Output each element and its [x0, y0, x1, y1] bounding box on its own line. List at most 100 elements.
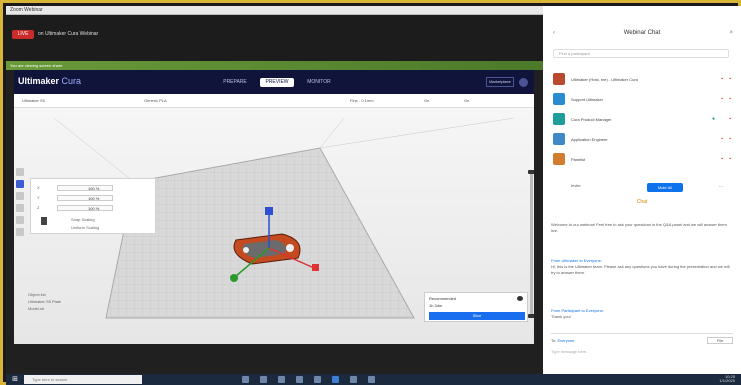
close-icon[interactable]: × [729, 30, 733, 36]
object-list-plate: Ultimaker S5 Plate [28, 299, 62, 304]
edge-icon[interactable] [260, 376, 267, 383]
mail-icon[interactable] [314, 376, 321, 383]
scale-x-field[interactable]: 100 % [57, 185, 113, 191]
cura-app: Ultimaker Cura PREPARE PREVIEW MONITOR M… [14, 70, 534, 344]
tab-prepare[interactable]: PREPARE [218, 78, 252, 87]
mirror-tool-icon[interactable] [16, 204, 24, 212]
tab-preview[interactable]: PREVIEW [260, 78, 294, 87]
chat-message-input[interactable]: Type message here... [551, 349, 589, 354]
z-axis-handle [265, 207, 273, 215]
app-icon[interactable] [368, 376, 375, 383]
layer-slider[interactable] [528, 170, 534, 318]
snap-scaling-label[interactable]: Snap Scaling [71, 217, 95, 222]
participant-item[interactable]: Ultimaker (Host, me) - Ultimaker Cura ▪ … [553, 73, 733, 87]
eye-icon[interactable] [517, 296, 523, 301]
marketplace-button[interactable]: Marketplace [486, 77, 514, 87]
logo-light: Cura [61, 76, 82, 86]
task-view-icon[interactable] [242, 376, 249, 383]
participant-search-input[interactable]: Find a participant [553, 49, 729, 58]
taskbar-search-input[interactable]: Type here to search [24, 375, 142, 384]
scale-y-label: Y [37, 195, 40, 200]
avatar [553, 113, 565, 125]
scale-y-value: 100 % [88, 196, 100, 201]
object-list-model[interactable]: Model.stl [28, 306, 128, 311]
mic-off-icon: ▪ [729, 76, 731, 82]
slider-top-handle[interactable] [528, 170, 534, 174]
video-off-icon: ▪ [721, 156, 723, 162]
participant-name: Ultimaker (Host, me) - Ultimaker Cura [571, 77, 638, 82]
participant-item[interactable]: Panelist ▪ ▪ [553, 153, 733, 167]
participant-name: Panelist [571, 157, 586, 162]
participant-item[interactable]: Support Ultimaker ▪ ▪ [553, 93, 733, 107]
zoom-icon[interactable] [332, 376, 339, 383]
recipient-dropdown[interactable]: Everyone [557, 338, 574, 343]
scale-z-field[interactable]: 100 % [57, 205, 113, 211]
chat-message: Welcome to our webinar! Feel free to ask… [551, 222, 731, 234]
object-list-header[interactable]: Object list [28, 292, 128, 297]
scale-tool-icon[interactable] [16, 180, 24, 188]
chat-header: Chat [636, 199, 648, 205]
mic-on-icon: ● [711, 116, 715, 122]
logo-main: Ultimaker [18, 76, 60, 86]
profile-selector[interactable]: Fine - 0.1mm [350, 98, 374, 103]
mic-off-icon: ▪ [729, 96, 731, 102]
chat-message: From Participant to Everyone: Thank you! [551, 308, 731, 320]
participant-name: Support Ultimaker [571, 97, 604, 102]
file-button[interactable]: File [707, 337, 733, 344]
per-model-settings-icon[interactable] [16, 216, 24, 224]
cura-logo: Ultimaker Cura [18, 76, 81, 86]
lock-icon[interactable] [41, 217, 47, 225]
live-badge: LIVE [12, 30, 34, 39]
account-icon[interactable] [519, 78, 528, 87]
chat-panel: ‹ Webinar Chat × Find a participant Ulti… [543, 6, 741, 374]
system-tray-clock[interactable]: 10:25 1/1/2020 [719, 375, 735, 383]
mic-off-icon: ▪ [729, 116, 731, 122]
scale-y-field[interactable]: 100 % [57, 195, 113, 201]
chat-to: To: Everyone [551, 338, 574, 343]
video-off-icon: ▪ [721, 76, 723, 82]
scale-x-value: 100 % [88, 186, 100, 191]
scale-x-label: X [37, 185, 40, 190]
participant-actions: Invite Mute All ... [553, 183, 733, 193]
uniform-scaling-label[interactable]: Uniform Scaling [71, 225, 99, 230]
invite-button[interactable]: Invite [571, 183, 581, 188]
adhesion-toggle[interactable]: On [464, 98, 469, 103]
slice-button[interactable]: Slice [429, 312, 525, 320]
mic-off-icon: ▪ [729, 156, 731, 162]
window-title: Zoom Webinar [10, 7, 43, 13]
chat-message-text: Hi, this is the Ultimaker team. Please a… [551, 264, 730, 275]
rotate-tool-icon[interactable] [16, 192, 24, 200]
support-toggle[interactable]: On [424, 98, 429, 103]
more-button[interactable]: ... [719, 183, 723, 189]
material-selector[interactable]: Generic PLA [144, 98, 167, 103]
participant-item[interactable]: Cura Product Manager ● ▪ [553, 113, 733, 127]
store-icon[interactable] [296, 376, 303, 383]
to-label: To: [551, 338, 557, 343]
move-tool-icon[interactable] [16, 168, 24, 176]
screen-frame: Zoom Webinar LIVE on Ultimaker Cura Webi… [0, 0, 741, 385]
3d-viewport[interactable]: X 100 % Y 100 % Z 100 % Snap Scaling Uni… [14, 108, 534, 344]
print-panel: Recommended 1h 34m Slice [424, 292, 528, 322]
cura-icon[interactable] [350, 376, 357, 383]
zoom-window: Zoom Webinar LIVE on Ultimaker Cura Webi… [6, 6, 543, 374]
chat-message-text: Welcome to our webinar! Feel free to ask… [551, 222, 727, 233]
start-button[interactable]: ⊞ [10, 375, 20, 384]
printer-selector[interactable]: Ultimaker S5 [22, 98, 45, 103]
tab-monitor[interactable]: MONITOR [302, 78, 336, 87]
share-strip: You are viewing screen share [6, 61, 543, 70]
mute-all-button[interactable]: Mute All [647, 183, 683, 192]
explorer-icon[interactable] [278, 376, 285, 383]
chat-title: Webinar Chat [623, 30, 661, 36]
avatar [553, 153, 565, 165]
window-titlebar: Zoom Webinar [6, 6, 543, 15]
support-blocker-icon[interactable] [16, 228, 24, 236]
participant-name: Application Engineer [571, 137, 608, 142]
print-time: 1h 34m [429, 303, 443, 308]
taskbar: ⊞ Type here to search 10:25 1/1/2020 [6, 374, 741, 385]
clock-date: 1/1/2020 [719, 378, 735, 383]
participant-item[interactable]: Application Engineer ▪ ▪ [553, 133, 733, 147]
tool-column [16, 168, 26, 268]
chat-message: From Ultimaker to Everyone: Hi, this is … [551, 258, 731, 276]
slider-bottom-handle[interactable] [528, 314, 534, 318]
meeting-bar: LIVE on Ultimaker Cura Webinar [6, 15, 543, 61]
